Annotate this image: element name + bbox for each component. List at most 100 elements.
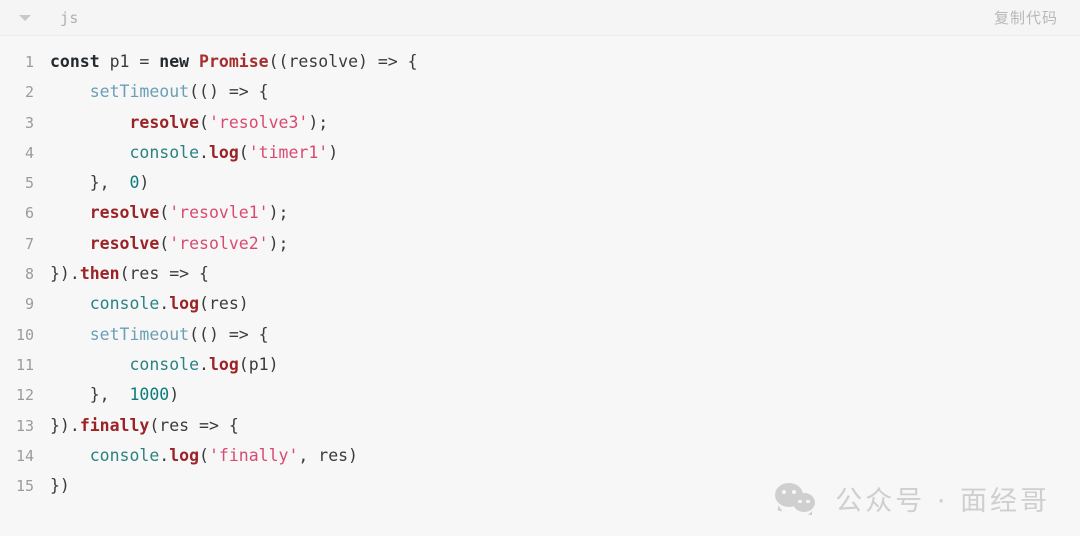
token-punct: }) [50, 476, 70, 496]
line-number: 6 [24, 204, 34, 223]
token-builtin: setTimeout [89, 324, 190, 344]
token-keyword: new [159, 52, 190, 71]
code-line: 6 resolve('resovle1'); [0, 203, 1080, 233]
token-punct: ); [268, 203, 289, 223]
line-content[interactable]: setTimeout(() => { [34, 82, 269, 101]
code-line: 7 resolve('resolve2'); [0, 234, 1080, 264]
line-content[interactable]: const p1 = new Promise((resolve) => { [34, 52, 418, 71]
code-line: 15}) [0, 476, 1080, 506]
code-block-card: js 复制代码 1 const p1 = new Promise((resolve… [0, 0, 1080, 536]
line-content[interactable]: }, 1000) [34, 385, 179, 404]
token-punct: ( [199, 445, 209, 465]
line-content[interactable]: resolve('resovle1'); [34, 203, 289, 223]
token-punct: ) [169, 385, 180, 405]
token-punct: . [159, 445, 170, 465]
line-content[interactable]: setTimeout(() => { [34, 325, 269, 344]
code-line: 2 setTimeout(() => { [0, 82, 1080, 112]
line-content[interactable]: console.log(res) [34, 294, 249, 313]
token-string: 'resovle1' [169, 203, 269, 223]
token-func: resolve [129, 112, 200, 132]
token-punct: (p1) [238, 354, 279, 374]
token-func: resolve [89, 203, 160, 223]
code-line: 4 console.log('timer1') [0, 143, 1080, 173]
token-punct: ( [159, 203, 170, 223]
token-class: Promise [199, 52, 269, 71]
language-label: js [60, 8, 79, 27]
token-punct: (res => { [119, 264, 209, 284]
code-line: 8}).then(res => { [0, 264, 1080, 294]
code-line: 5 }, 0) [0, 173, 1080, 203]
token-punct: ) [139, 173, 150, 193]
line-content[interactable]: resolve('resolve2'); [34, 233, 289, 253]
line-number: 2 [24, 83, 34, 102]
line-number: 13 [15, 416, 34, 435]
token-punct: . [199, 354, 209, 374]
line-number: 3 [24, 113, 34, 132]
token-number: 1000 [129, 385, 170, 405]
line-content[interactable]: console.log('finally', res) [34, 446, 358, 465]
line-number: 15 [15, 477, 34, 496]
token-punct: (res) [199, 294, 249, 314]
code-line: 12 }, 1000) [0, 385, 1080, 415]
line-content[interactable]: console.log('timer1') [34, 143, 338, 162]
code-block-header: js 复制代码 [0, 0, 1080, 36]
token-plain: = [129, 52, 160, 71]
code-content[interactable]: 1 const p1 = new Promise((resolve) => {2 … [0, 36, 1080, 536]
token-punct: ); [268, 233, 289, 253]
token-string: 'resolve2' [169, 233, 269, 253]
token-punct: }). [50, 264, 80, 284]
token-method: log [208, 354, 239, 374]
token-builtin: setTimeout [89, 82, 190, 102]
code-line: 10 setTimeout(() => { [0, 325, 1080, 355]
line-content[interactable]: }).then(res => { [34, 264, 209, 283]
line-number: 5 [24, 174, 34, 193]
token-string: 'timer1' [248, 142, 329, 162]
line-number: 1 [24, 53, 34, 71]
line-content[interactable]: }).finally(res => { [34, 416, 239, 435]
line-number: 14 [15, 446, 34, 465]
line-content[interactable]: }) [34, 476, 70, 495]
code-line: 11 console.log(p1) [0, 355, 1080, 385]
token-punct: ((resolve) => { [268, 52, 418, 71]
code-line: 1 const p1 = new Promise((resolve) => { [0, 52, 1080, 82]
chevron-down-icon[interactable] [14, 7, 36, 29]
token-punct: ); [308, 112, 329, 132]
token-object: console [129, 142, 200, 162]
token-punct: . [199, 142, 209, 162]
line-number: 10 [15, 325, 34, 344]
line-content[interactable]: }, 0) [34, 173, 150, 193]
token-object: console [89, 445, 160, 465]
token-punct: ) [328, 142, 339, 162]
token-keyword: const [50, 52, 100, 71]
code-line: 9 console.log(res) [0, 294, 1080, 324]
token-punct: (() => { [189, 324, 269, 344]
chevron-down-glyph [19, 14, 31, 21]
token-punct: . [159, 294, 170, 314]
code-line: 13}).finally(res => { [0, 416, 1080, 446]
line-content[interactable]: resolve('resolve3'); [34, 113, 328, 132]
token-string: 'resolve3' [208, 112, 309, 132]
copy-code-button[interactable]: 复制代码 [994, 7, 1058, 28]
token-method: finally [79, 415, 150, 435]
line-number: 11 [15, 355, 34, 374]
token-punct: ( [159, 233, 170, 253]
token-func: resolve [89, 233, 160, 253]
token-punct: (res => { [149, 415, 239, 435]
token-punct: , res) [298, 445, 358, 465]
line-content[interactable]: console.log(p1) [34, 354, 279, 374]
token-plain: p1 [109, 52, 130, 71]
token-method: log [208, 142, 239, 162]
code-line: 14 console.log('finally', res) [0, 446, 1080, 476]
token-method: log [169, 294, 200, 314]
token-punct: }, [50, 385, 130, 405]
